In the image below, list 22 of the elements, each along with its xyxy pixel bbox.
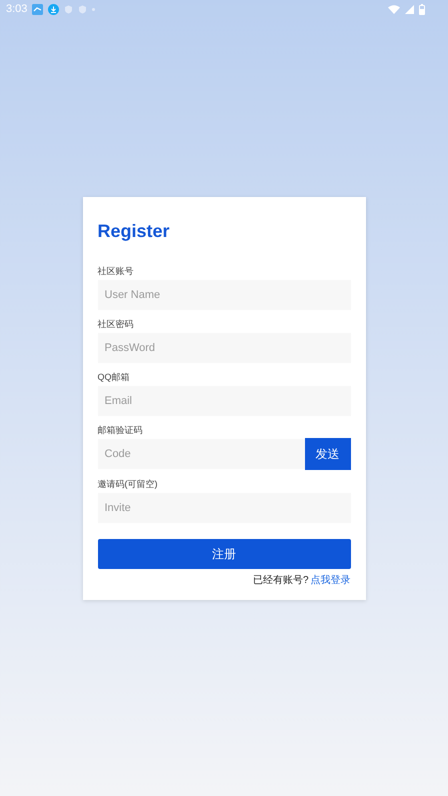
field-label: 社区账号 [98,265,134,277]
text-field[interactable]: Code [98,439,304,469]
text-field[interactable]: Invite [98,493,350,523]
text-field[interactable]: PassWord [98,333,350,363]
download-icon [48,4,60,14]
text-field[interactable]: Email [98,386,350,416]
battery-icon [419,4,425,14]
dot-icon [92,8,96,10]
field-label: 邀请码(可留空) [98,478,158,490]
send-button[interactable]: 发送 [304,438,350,470]
text-field[interactable]: User Name [98,280,350,310]
clock: 3:03 [6,2,28,17]
app-notification-icon [32,4,44,14]
field-label: 社区密码 [98,318,134,330]
login-link[interactable]: 点我登录 [310,574,350,588]
field-label: 邮箱验证码 [98,424,144,436]
field-label: QQ邮箱 [98,371,131,383]
footer-text: 已经有账号? [252,574,308,588]
form-title: Register [98,220,171,243]
register-button[interactable]: 注册 [98,539,350,569]
signal-icon [405,4,414,14]
wifi-icon [388,4,400,14]
